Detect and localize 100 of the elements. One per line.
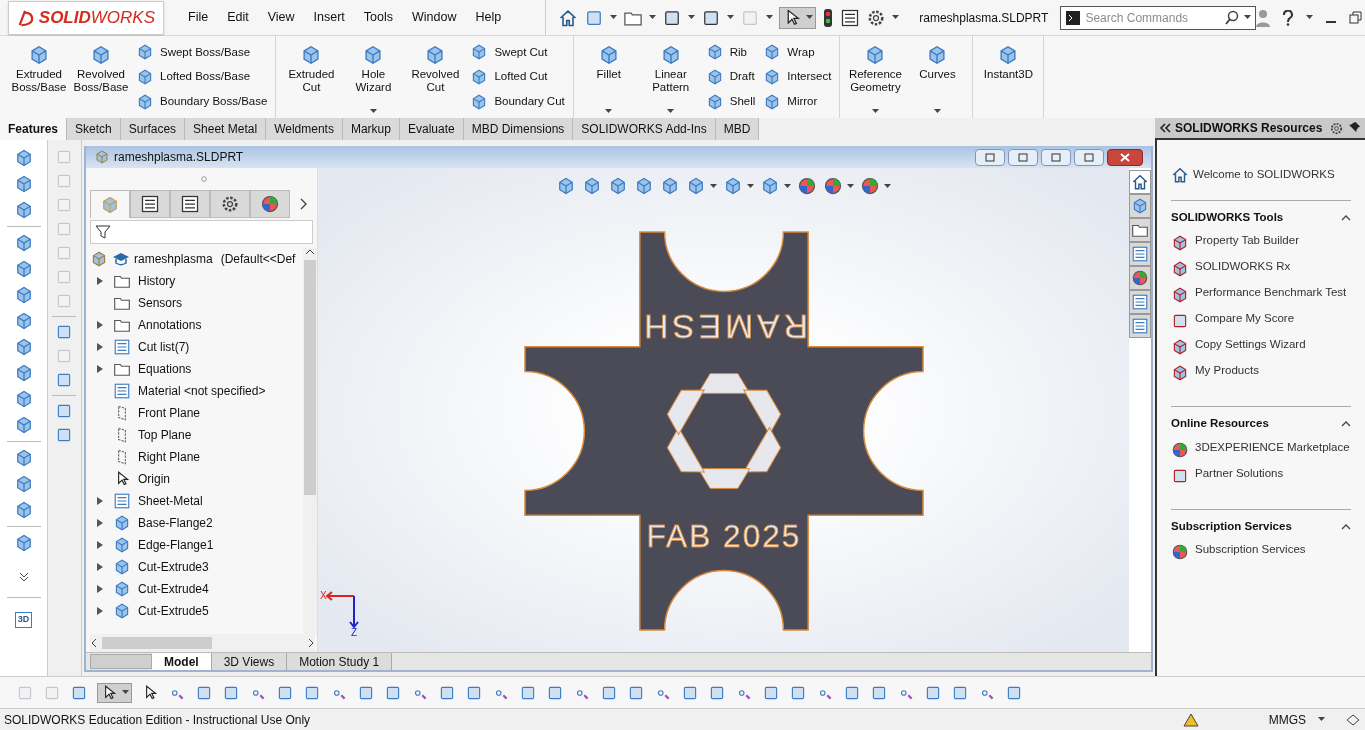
command-tab[interactable]: Sketch: [67, 118, 121, 140]
ribbon-command-button[interactable]: Rib: [705, 43, 756, 62]
caret-icon[interactable]: [784, 183, 791, 189]
dropdown-caret-icon[interactable]: [933, 109, 941, 114]
tree-item[interactable]: History: [138, 272, 176, 290]
help-icon[interactable]: [1282, 9, 1295, 26]
ribbon-command-button[interactable]: Boundary Boss/Base: [136, 92, 268, 111]
command-tab[interactable]: Evaluate: [399, 118, 464, 140]
instant3d-toggle[interactable]: 3D: [14, 612, 33, 628]
home-icon[interactable]: [1131, 173, 1149, 191]
collapse-chevrons-icon[interactable]: [1159, 123, 1171, 133]
select-tool-button[interactable]: [779, 6, 817, 29]
expand-arrow-icon[interactable]: [97, 343, 103, 351]
tree-item[interactable]: Top Plane: [138, 426, 192, 444]
customize-icon[interactable]: [1345, 712, 1361, 727]
tree-item[interactable]: Cut-Extrude3: [138, 558, 209, 576]
expand-arrow-icon[interactable]: [97, 365, 103, 373]
ribbon-command-button[interactable]: Lofted Cut: [470, 68, 565, 86]
scroll-up-icon[interactable]: [305, 248, 315, 256]
tree-item[interactable]: Cut-Extrude4: [138, 580, 209, 598]
expand-arrow-icon[interactable]: [97, 497, 103, 505]
caret-icon[interactable]: [847, 183, 854, 189]
resource-link[interactable]: 3DEXPERIENCE Marketplace: [1195, 440, 1350, 454]
expand-arrow-icon[interactable]: [97, 277, 103, 285]
bottom-tab[interactable]: Model: [152, 653, 212, 670]
ribbon-command-button[interactable]: Swept Boss/Base: [136, 43, 268, 62]
expand-arrow-icon[interactable]: [97, 519, 103, 527]
resource-link[interactable]: Partner Solutions: [1195, 466, 1284, 480]
ribbon-command-button[interactable]: Reference Geometry: [844, 36, 907, 118]
feature-tree-tab-icon[interactable]: [100, 194, 120, 215]
menu-item[interactable]: Window: [412, 8, 457, 27]
caret-icon[interactable]: [766, 15, 774, 20]
caret-icon[interactable]: [122, 690, 129, 695]
command-tab[interactable]: MBD Dimensions: [463, 118, 574, 140]
menu-item[interactable]: View: [267, 8, 295, 27]
view-palette-icon[interactable]: [1131, 245, 1149, 263]
dropdown-caret-icon[interactable]: [871, 109, 879, 114]
filter-field[interactable]: [90, 220, 313, 244]
pin-icon[interactable]: [1348, 120, 1361, 134]
ribbon-command-button[interactable]: Revolved Boss/Base: [70, 36, 132, 118]
scroll-right-icon[interactable]: [307, 638, 315, 648]
expand-arrow-icon[interactable]: [97, 585, 103, 593]
appearance-icon[interactable]: [1131, 269, 1149, 287]
ribbon-command-button[interactable]: Shell: [705, 92, 756, 111]
ribbon-command-button[interactable]: Draft: [705, 68, 756, 86]
tree-item[interactable]: Origin: [138, 470, 170, 488]
select-tool-button[interactable]: [97, 682, 132, 703]
list-icon[interactable]: [840, 7, 861, 28]
ribbon-command-button[interactable]: Revolved Cut: [404, 36, 467, 118]
collapse-chevron-icon[interactable]: [1341, 522, 1351, 530]
caret-icon[interactable]: [1244, 15, 1252, 20]
ribbon-command-button[interactable]: Fillet: [577, 36, 640, 118]
expand-arrow-icon[interactable]: [97, 321, 103, 329]
dropdown-caret-icon[interactable]: [605, 109, 613, 114]
ribbon-command-button[interactable]: Swept Cut: [470, 43, 565, 62]
display-tab-icon[interactable]: [260, 194, 280, 214]
resource-link[interactable]: SOLIDWORKS Rx: [1195, 260, 1291, 274]
search-field[interactable]: Search Commands: [1085, 8, 1221, 27]
menu-item[interactable]: Insert: [313, 8, 345, 27]
search-icon[interactable]: [1224, 9, 1241, 26]
ribbon-command-button[interactable]: Mirror: [763, 92, 832, 111]
menu-item[interactable]: File: [188, 8, 209, 27]
ribbon-command-button[interactable]: Boundary Cut: [470, 92, 565, 111]
tree-item[interactable]: Equations: [138, 360, 192, 378]
close-icon[interactable]: [1120, 152, 1130, 162]
expand-arrow-icon[interactable]: [97, 607, 103, 615]
collapse-chevron-icon[interactable]: [1341, 420, 1351, 428]
command-tab[interactable]: MBD: [715, 118, 760, 140]
command-tab[interactable]: Features: [0, 118, 68, 140]
units-label[interactable]: MMGS: [1268, 710, 1306, 729]
caret-icon[interactable]: [806, 15, 814, 20]
ribbon-command-button[interactable]: Lofted Boss/Base: [136, 68, 268, 86]
tree-item[interactable]: Base-Flange2: [138, 514, 213, 532]
command-tab[interactable]: Weldments: [266, 118, 343, 140]
chevron-right-icon[interactable]: [298, 198, 308, 210]
caret-icon[interactable]: [884, 183, 891, 189]
tree-item[interactable]: Sensors: [138, 294, 183, 312]
dropdown-caret-icon[interactable]: [667, 109, 675, 114]
tree-item[interactable]: Material <not specified>: [138, 382, 266, 400]
custom-properties-icon[interactable]: [1131, 293, 1149, 311]
ribbon-command-button[interactable]: Extruded Cut: [280, 36, 343, 118]
command-tab[interactable]: Sheet Metal: [185, 118, 267, 140]
command-tab[interactable]: SOLIDWORKS Add-Ins: [573, 118, 716, 140]
menu-item[interactable]: Edit: [227, 8, 249, 27]
command-tab[interactable]: Surfaces: [120, 118, 186, 140]
ribbon-command-button[interactable]: Extruded Boss/Base: [8, 36, 70, 118]
command-tab[interactable]: Markup: [342, 118, 400, 140]
expand-arrow-icon[interactable]: [97, 541, 103, 549]
dropdown-caret-icon[interactable]: [369, 109, 377, 114]
tree-root-label[interactable]: rameshplasma: [134, 250, 213, 268]
tree-item[interactable]: Right Plane: [138, 448, 201, 466]
search-box[interactable]: Search Commands: [1060, 5, 1257, 30]
resource-link[interactable]: Property Tab Builder: [1195, 234, 1299, 248]
caret-icon[interactable]: [1306, 15, 1314, 20]
tree-item[interactable]: Edge-Flange1: [138, 536, 214, 554]
horizontal-scrollbar-thumb[interactable]: [102, 637, 212, 649]
caret-icon[interactable]: [688, 15, 696, 20]
ribbon-command-button[interactable]: Hole Wizard: [342, 36, 405, 118]
menu-item[interactable]: Tools: [363, 8, 394, 27]
tree-item[interactable]: Cut list(7): [138, 338, 190, 356]
